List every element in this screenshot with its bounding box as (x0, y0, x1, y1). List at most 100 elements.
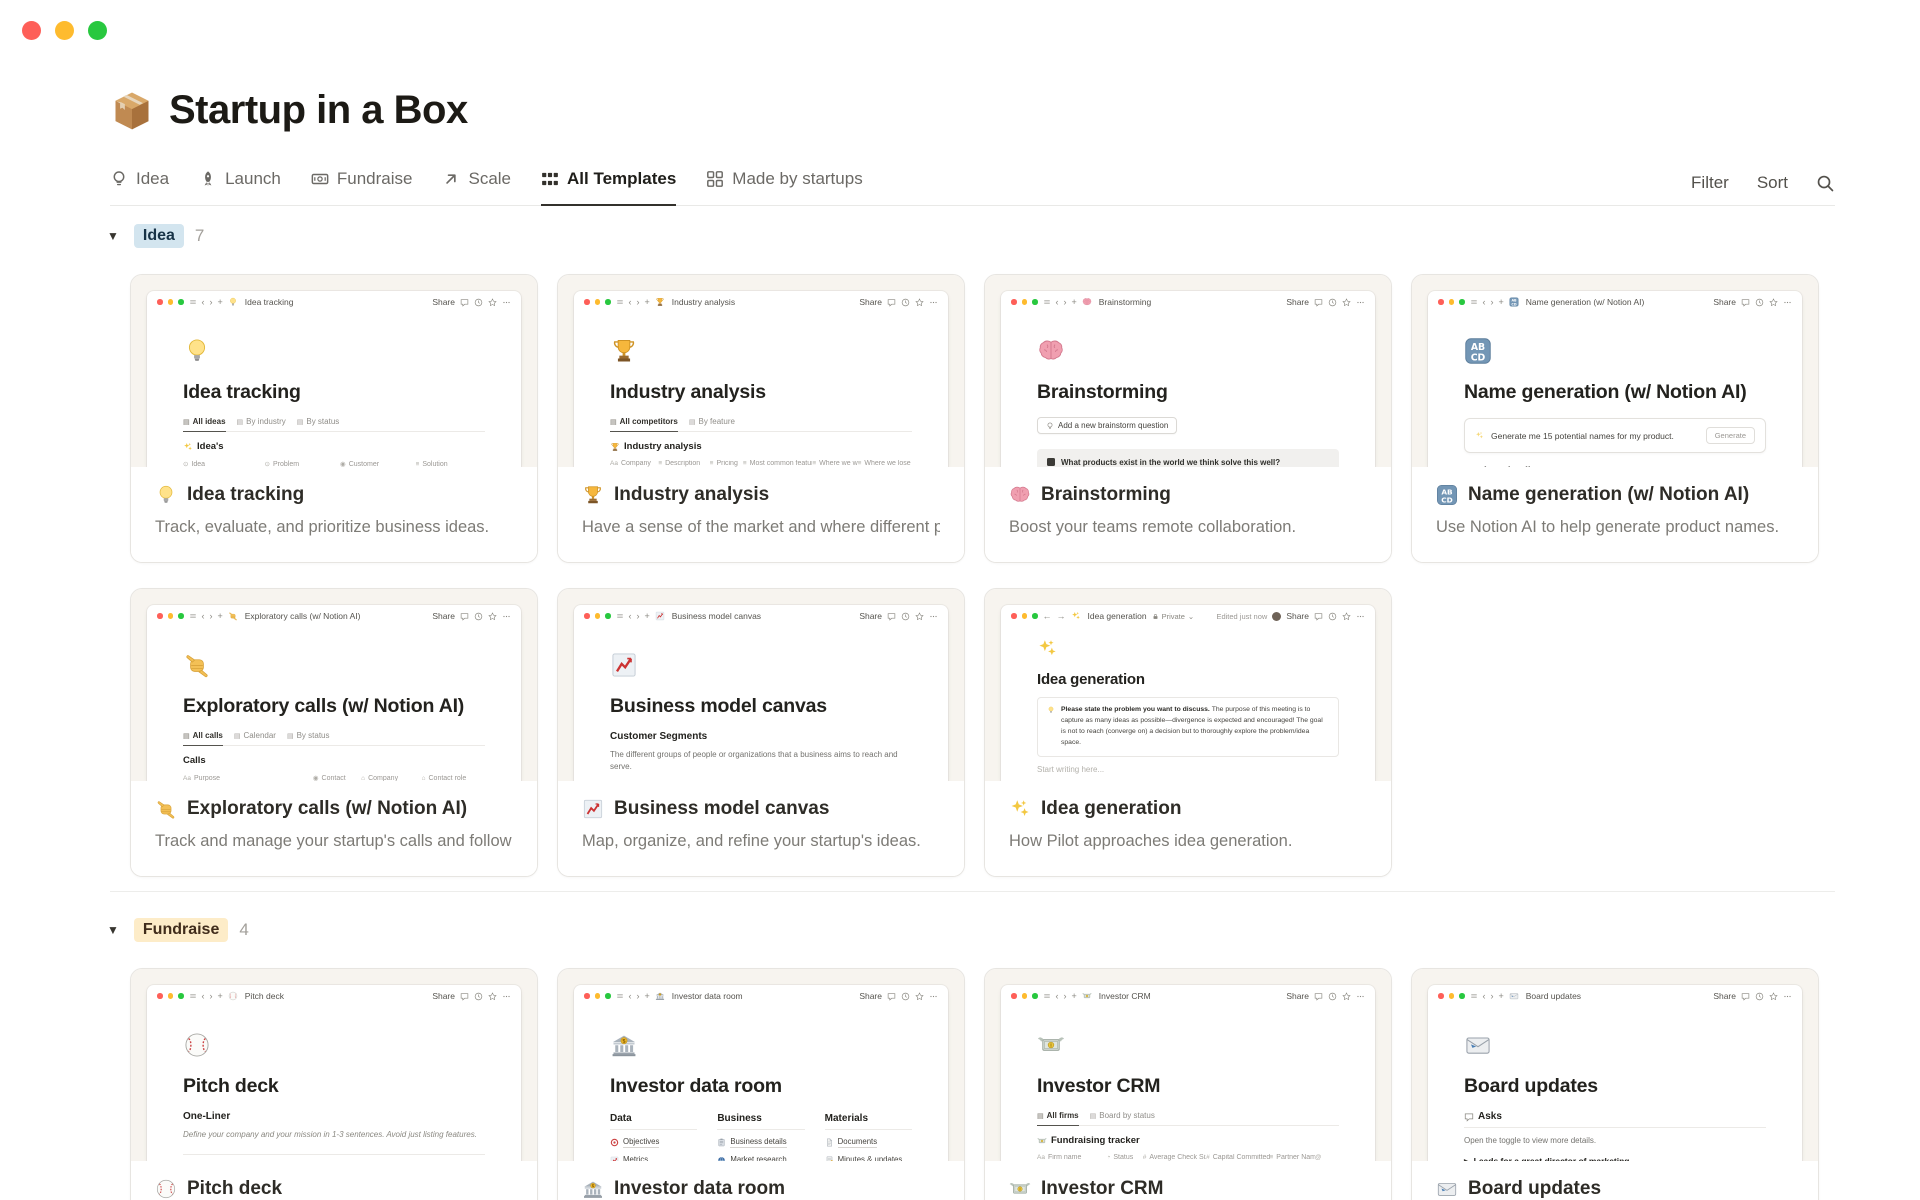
page: Startup in a Box Idea Launch Fundraise Scal… (0, 0, 1920, 1200)
ellipsis-icon (502, 992, 511, 1001)
view-tab-label: All competitors (619, 417, 678, 426)
mini-traffic-dot (605, 993, 611, 999)
back-icon: ‹ (1482, 296, 1486, 307)
zoom-button[interactable] (88, 21, 107, 40)
tab-idea[interactable]: Idea (110, 161, 169, 206)
forward-icon: › (1490, 296, 1494, 307)
hamburger-icon (616, 992, 624, 1000)
mini-table: AaFirm name◔Status#Average Check Size#Ca… (1037, 1151, 1339, 1161)
star-icon (488, 991, 497, 1001)
clock-icon (474, 992, 483, 1001)
mini-window: ‹ › + Investor data room Share Investor data … (574, 985, 948, 1161)
ai-prompt-input: Generate me 15 potential names for my pr… (1464, 418, 1766, 453)
tab-label: Launch (225, 169, 281, 188)
tab-label: All Templates (567, 169, 677, 188)
mini-traffic-dot (157, 993, 163, 999)
abcd-icon: AB CD (1436, 484, 1458, 506)
template-card[interactable]: ‹ › + Investor data room Share Investor data … (557, 968, 965, 1200)
card-title: Business model canvas (614, 798, 830, 819)
divider (183, 1154, 485, 1155)
database-title-label: Idea's (197, 441, 224, 452)
comment-bubble-icon (887, 612, 896, 621)
mini-window: ‹ › + Pitch deck Share Pitch deck One-Liner Def… (147, 985, 521, 1161)
comment-bubble-icon (460, 992, 469, 1001)
template-card[interactable]: ‹ › + Exploratory calls (w/ Notion AI) Share… (130, 588, 538, 877)
mini-traffic-dot (1032, 299, 1038, 305)
forward-icon: → (1056, 610, 1066, 621)
tab-all-templates[interactable]: All Templates (541, 161, 677, 206)
section-header: ▼ Fundraise 4 (103, 918, 1835, 942)
template-card[interactable]: ‹ › + Board updates Share Board updates Asks Op… (1411, 968, 1819, 1200)
close-button[interactable] (22, 21, 41, 40)
ellipsis-icon (1783, 298, 1792, 307)
view-tab-label: By industry (246, 417, 286, 426)
mini-traffic-dot (584, 993, 590, 999)
mini-traffic-dot (584, 299, 590, 305)
card-title-row: Idea generation (1009, 798, 1367, 820)
back-icon: ← (1042, 610, 1052, 621)
card-title-row: Business model canvas (582, 798, 940, 820)
template-card[interactable]: ← → Idea generation Private ⌄ Edited just now… (984, 588, 1392, 877)
hamburger-icon (1470, 992, 1478, 1000)
back-icon: ‹ (628, 296, 632, 307)
lightbulb-outline-icon (1046, 422, 1054, 430)
view-icon: ▤ (1037, 1112, 1044, 1120)
column-header: ≡Partner Name (1270, 1154, 1315, 1161)
mini-window-chrome: ‹ › + Investor CRM Share (1001, 985, 1375, 1007)
page-link-label: Documents (837, 1137, 878, 1148)
template-card[interactable]: ‹ › + Business model canvas Share Business mo… (557, 588, 965, 877)
table-header-row: Aa Purpose ◉ Contact ⌂ Company ⌂ Contact role (183, 771, 485, 782)
tab-made-by-startups[interactable]: Made by startups (706, 161, 863, 206)
callout: What products exist in the world we thin… (1037, 448, 1339, 467)
template-card[interactable]: ‹ › + Investor CRM Share Investor CRM ▤ All fir… (984, 968, 1392, 1200)
mini-traffic-dot (1011, 613, 1017, 619)
template-card[interactable]: ‹ › + Brainstorming Share Brainstorming Add a … (984, 274, 1392, 563)
forward-icon: › (636, 990, 640, 1001)
template-card[interactable]: ‹ › + Idea tracking Share Idea tracking ▤ All i… (130, 274, 538, 563)
template-card[interactable]: ‹ › + Industry analysis Share Industry analys… (557, 274, 965, 563)
template-card[interactable]: ‹ › + Pitch deck Share Pitch deck One-Liner Def… (130, 968, 538, 1200)
tab-fundraise[interactable]: Fundraise (311, 161, 412, 206)
chart-up-icon (610, 651, 638, 679)
column-header: Aa Purpose (183, 774, 313, 782)
mini-traffic-dot (167, 299, 173, 305)
column-label: Pricing (716, 460, 738, 467)
tab-launch[interactable]: Launch (199, 161, 281, 206)
sort-button[interactable]: Sort (1757, 173, 1788, 193)
database-title: Industry analysis (610, 441, 912, 452)
chevron-down-icon: ⌄ (1187, 611, 1195, 621)
star-icon (488, 297, 497, 307)
new-page-icon: + (1498, 296, 1504, 307)
new-page-icon: + (1498, 990, 1504, 1001)
search-icon[interactable] (1816, 174, 1835, 193)
property-icon: ⊙ (264, 461, 270, 467)
column-header: ≡ Where we lose (858, 460, 912, 467)
star-icon (915, 611, 924, 621)
view-tabs: ▤ All ideas ▤ By industry ▤ By status (183, 417, 485, 432)
baseball-icon (228, 991, 238, 1001)
property-icon: ≡ (857, 460, 862, 467)
comment-bubble-icon (1314, 992, 1323, 1001)
minimize-button[interactable] (55, 21, 74, 40)
share-button: Share (859, 611, 882, 621)
comment-bubble-icon (1314, 298, 1323, 307)
new-page-icon: + (217, 610, 223, 621)
mini-traffic-dot (157, 299, 163, 305)
tab-scale[interactable]: Scale (442, 161, 511, 206)
filter-button[interactable]: Filter (1691, 173, 1729, 193)
property-icon: ≡ (812, 460, 817, 467)
card-thumbnail: ‹ › + Investor data room Share Investor data … (558, 969, 964, 1161)
forward-icon: › (209, 610, 213, 621)
mini-page-heading: Name generation (w/ Notion AI) (1464, 381, 1747, 403)
mini-page-body: Brainstorming Add a new brainstorm questi… (1001, 313, 1375, 467)
template-card[interactable]: ‹ › + AB CD Name generation (w/ Notion AI) Sha… (1411, 274, 1819, 563)
database-title: Fundraising tracker (1037, 1135, 1339, 1146)
section-toggle-icon[interactable]: ▼ (103, 227, 123, 245)
ellipsis-icon (502, 298, 511, 307)
share-button: Share (1713, 297, 1736, 307)
section-toggle-icon[interactable]: ▼ (103, 921, 123, 939)
target-icon (610, 1138, 619, 1147)
property-icon: ◉ (340, 461, 346, 467)
view-tabs: ▤ All calls ▤ Calendar ▤ By status (183, 731, 485, 746)
hamburger-icon (1043, 298, 1051, 306)
